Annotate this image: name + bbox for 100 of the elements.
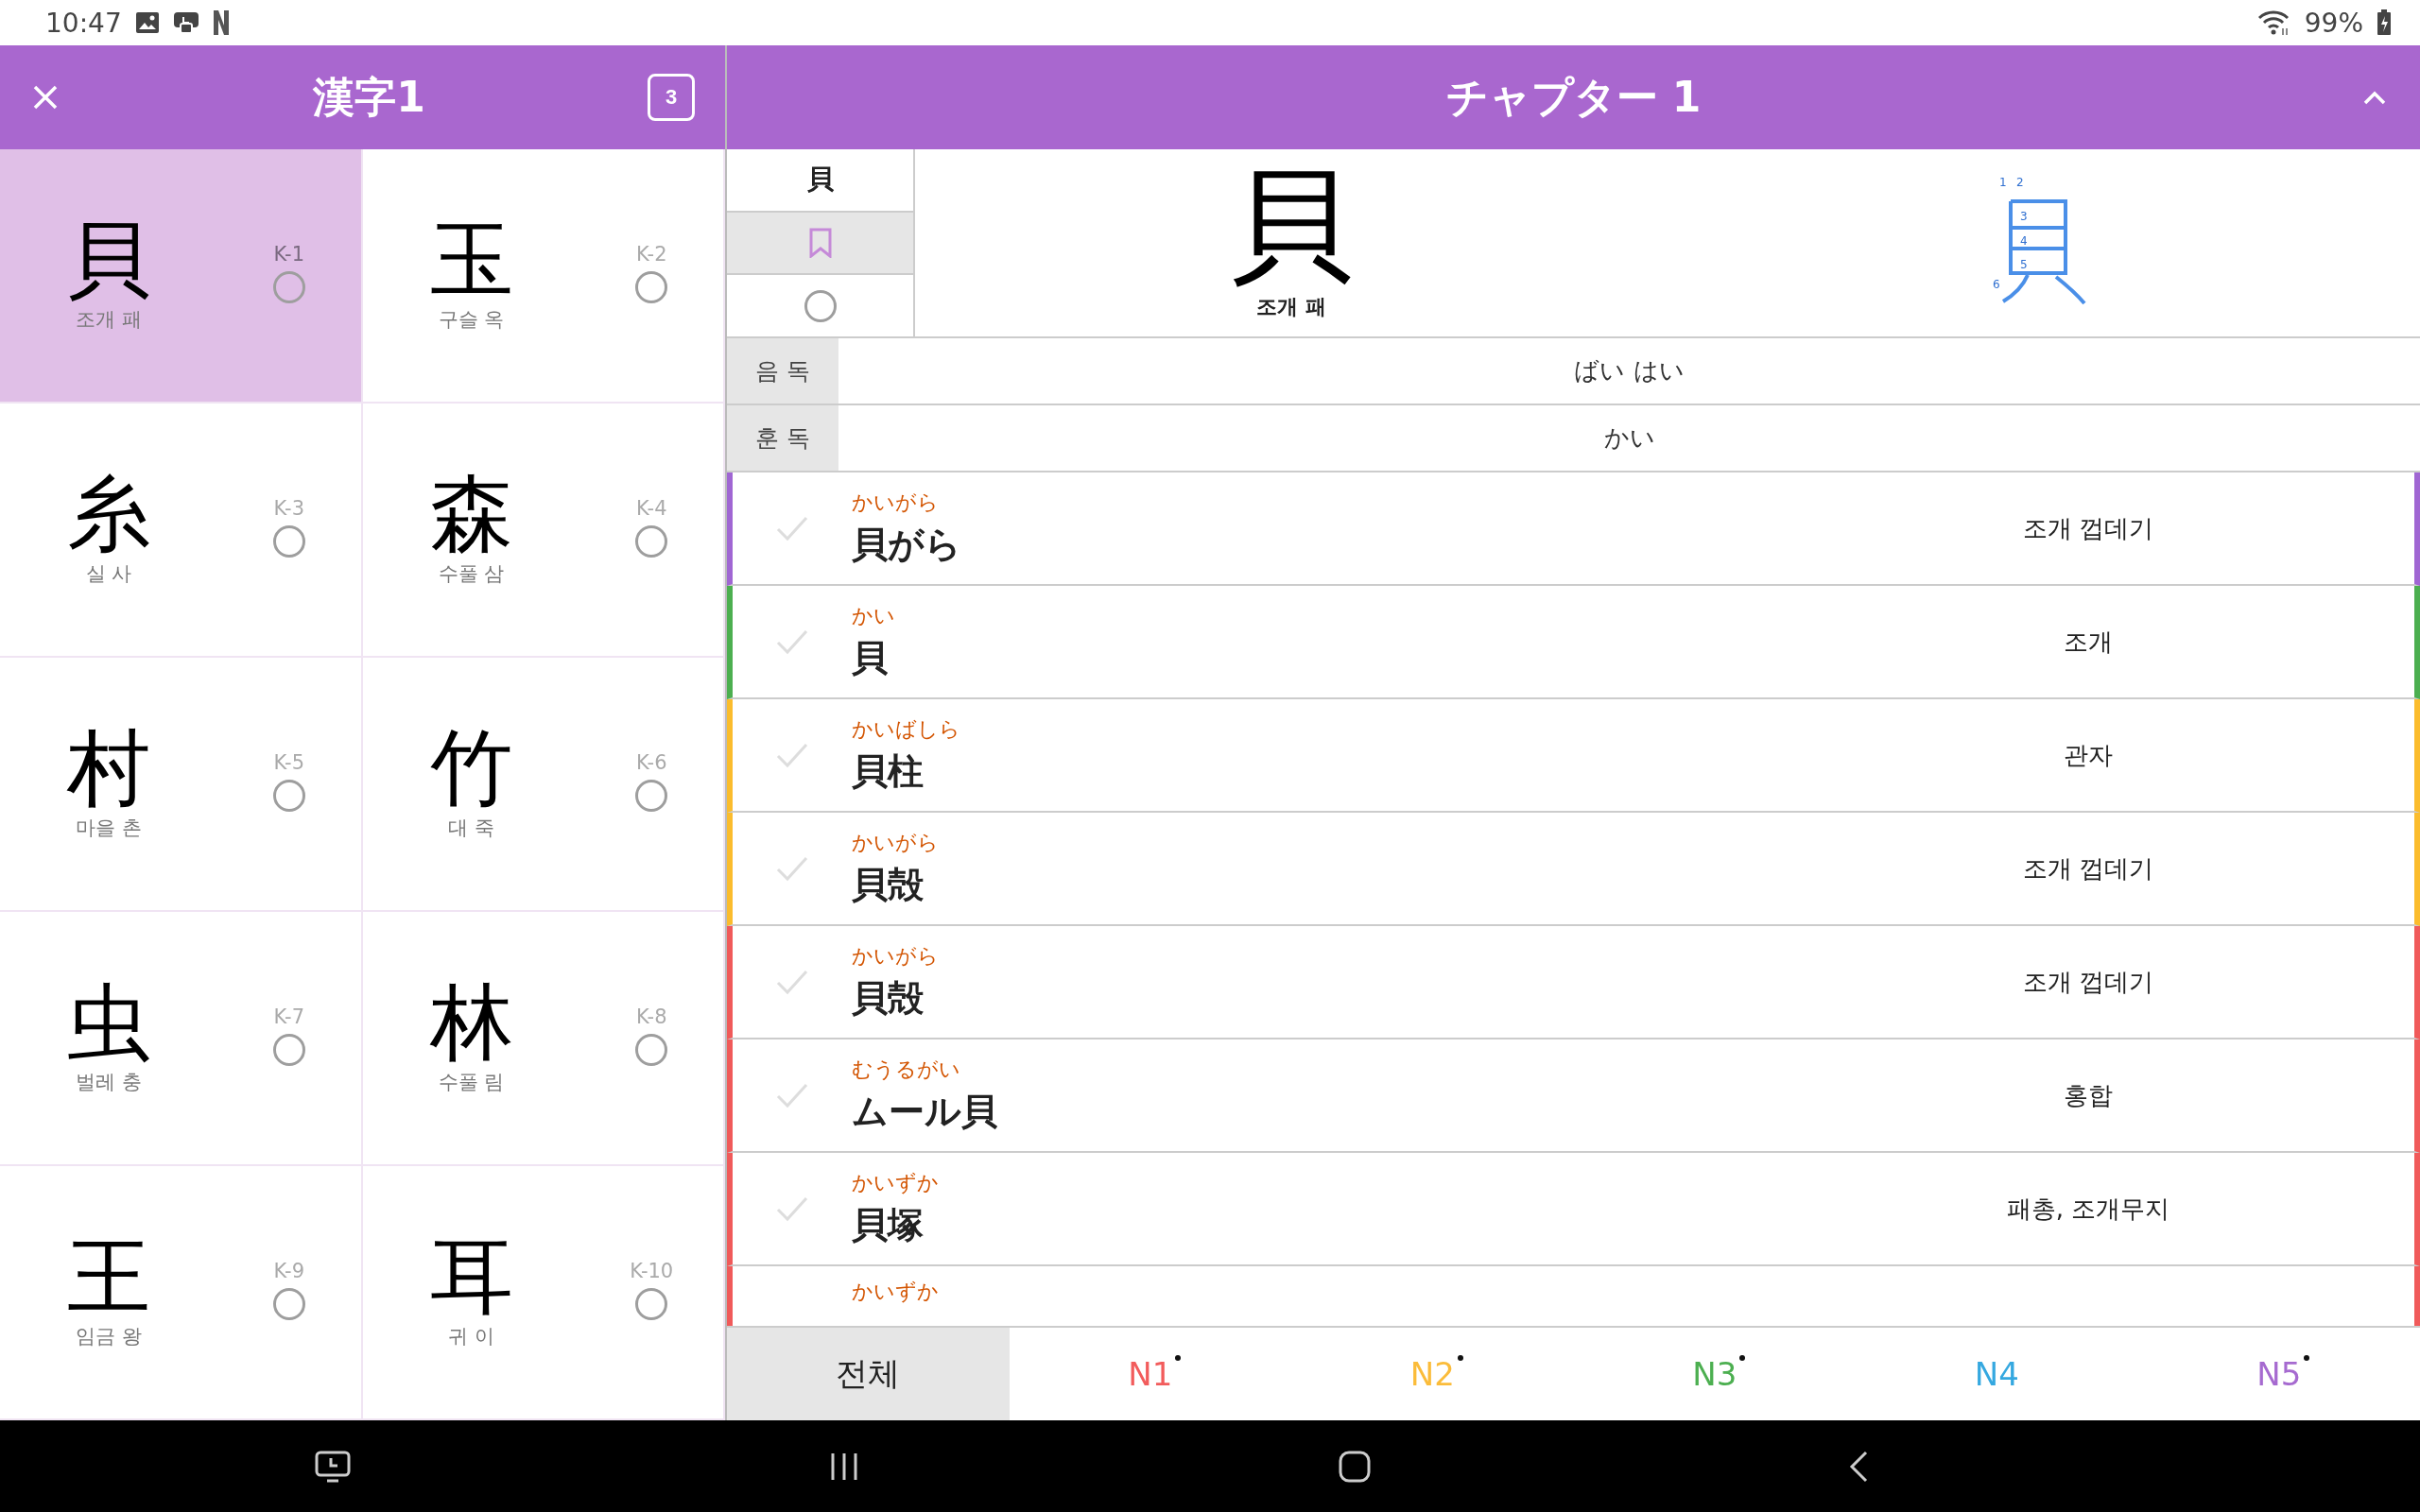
battery-icon bbox=[2377, 9, 2392, 36]
level-tab[interactable]: 전체 bbox=[727, 1328, 1010, 1420]
check-icon[interactable] bbox=[775, 515, 809, 541]
kanji-meaning: 수풀 삼 bbox=[438, 560, 505, 587]
check-circle[interactable] bbox=[635, 270, 668, 303]
kanji-card[interactable]: 玉 구슬 옥 K-2 bbox=[362, 149, 725, 404]
home-button[interactable] bbox=[1337, 1449, 1372, 1484]
word-text: 貝 bbox=[852, 635, 888, 680]
reading-value: ばい はい bbox=[1573, 355, 1685, 387]
kanji-meaning: 구슬 옥 bbox=[438, 306, 505, 333]
word-meaning: 관자 bbox=[2063, 739, 2114, 771]
check-icon[interactable] bbox=[775, 969, 809, 995]
chevron-up-icon bbox=[2363, 90, 2386, 105]
check-circle[interactable] bbox=[635, 1033, 668, 1066]
kanji-code: K-8 bbox=[636, 1005, 667, 1028]
kanji-card[interactable]: 糸 실 사 K-3 bbox=[0, 404, 363, 658]
check-circle[interactable] bbox=[272, 1033, 305, 1066]
check-circle[interactable] bbox=[635, 779, 668, 812]
kanji-meaning: 마을 촌 bbox=[76, 815, 142, 841]
kanji-character: 王 bbox=[67, 1235, 150, 1319]
stroke-order-diagram: 1 2 3 4 5 6 bbox=[1992, 177, 2096, 309]
bookmark-button[interactable] bbox=[727, 212, 913, 276]
word-meaning: 조개 껍데기 bbox=[2021, 512, 2155, 544]
word-row[interactable]: かいばしら 貝柱 관자 bbox=[727, 699, 2420, 813]
word-text: 貝殻 bbox=[852, 862, 924, 907]
kanji-code: K-6 bbox=[636, 750, 667, 774]
check-icon[interactable] bbox=[775, 855, 809, 882]
kanji-meaning: 임금 왕 bbox=[76, 1323, 142, 1349]
check-circle[interactable] bbox=[635, 524, 668, 558]
check-circle[interactable] bbox=[272, 524, 305, 558]
reading-value: かい bbox=[1602, 422, 1656, 454]
word-text: 貝殻 bbox=[852, 975, 924, 1021]
kanji-card[interactable]: 村 마을 촌 K-5 bbox=[0, 658, 363, 912]
kanji-card[interactable]: 王 임금 왕 K-9 bbox=[0, 1166, 363, 1420]
kanji-code: K-5 bbox=[273, 750, 304, 774]
gallery-icon bbox=[134, 11, 160, 34]
kanji-card[interactable]: 虫 벌레 충 K-7 bbox=[0, 912, 363, 1166]
word-row[interactable]: かいがら 貝がら 조개 껍데기 bbox=[727, 472, 2420, 586]
word-meaning: 홍합 bbox=[2063, 1079, 2114, 1111]
check-circle[interactable] bbox=[272, 1287, 305, 1320]
count-button[interactable]: 3 bbox=[648, 74, 695, 121]
kanji-character: 林 bbox=[429, 981, 513, 1065]
word-meaning: 조개 껍데기 bbox=[2021, 966, 2155, 998]
kanji-code: K-1 bbox=[273, 242, 304, 266]
word-text: 貝柱 bbox=[852, 748, 924, 794]
kanji-code: K-9 bbox=[273, 1259, 304, 1282]
word-reading: かい bbox=[852, 602, 895, 629]
kanji-meaning: 조개 패 bbox=[1256, 294, 1326, 320]
check-icon[interactable] bbox=[775, 1195, 809, 1222]
kanji-card[interactable]: 竹 대 죽 K-6 bbox=[362, 658, 725, 912]
screen-switch-button[interactable] bbox=[313, 1449, 352, 1484]
kanji-character: 耳 bbox=[429, 1235, 513, 1319]
kanji-meaning: 실 사 bbox=[85, 560, 132, 587]
word-row[interactable]: かい 貝 조개 bbox=[727, 586, 2420, 699]
word-text: 貝がら bbox=[852, 522, 961, 567]
word-row[interactable]: むうるがい ムール貝 홍합 bbox=[727, 1040, 2420, 1153]
word-reading: かいがら bbox=[852, 489, 939, 516]
kanji-card[interactable]: 耳 귀 이 K-10 bbox=[362, 1166, 725, 1420]
check-icon[interactable] bbox=[775, 628, 809, 655]
kanji-meaning: 귀 이 bbox=[448, 1323, 494, 1349]
monitor-clock-icon bbox=[313, 1449, 352, 1484]
kanji-card[interactable]: 森 수풀 삼 K-4 bbox=[362, 404, 725, 658]
reading-label: 음 독 bbox=[727, 338, 838, 404]
kanji-code: K-10 bbox=[630, 1259, 674, 1282]
screen-icon bbox=[172, 11, 199, 34]
kanji-character: 玉 bbox=[429, 218, 513, 302]
check-icon[interactable] bbox=[775, 1082, 809, 1108]
word-text: 貝塚 bbox=[852, 1202, 924, 1247]
word-row[interactable]: かいがら 貝殻 조개 껍데기 bbox=[727, 926, 2420, 1040]
home-icon bbox=[1337, 1449, 1372, 1484]
kanji-character: 貝 bbox=[67, 218, 150, 302]
check-circle[interactable] bbox=[804, 289, 837, 322]
word-reading: かいばしら bbox=[852, 715, 960, 743]
check-icon[interactable] bbox=[775, 742, 809, 768]
kanji-character: 糸 bbox=[67, 472, 150, 557]
kanji-character: 森 bbox=[429, 472, 513, 557]
word-reading: かいずか bbox=[852, 1279, 939, 1305]
word-reading: かいがら bbox=[852, 829, 939, 856]
check-circle[interactable] bbox=[272, 270, 305, 303]
kanji-card[interactable]: 貝 조개 패 K-1 bbox=[0, 149, 363, 404]
bookmark-icon bbox=[807, 228, 833, 258]
word-meaning: 조개 껍데기 bbox=[2021, 852, 2155, 885]
kanji-card[interactable]: 林 수풀 림 K-8 bbox=[362, 912, 725, 1166]
clock: 10:47 bbox=[45, 7, 122, 39]
battery-level: 99% bbox=[2304, 7, 2363, 39]
word-row[interactable]: かいずか 貝塚 패총, 조개무지 bbox=[727, 1153, 2420, 1266]
kanji-meaning: 대 죽 bbox=[448, 815, 494, 841]
word-reading: かいがら bbox=[852, 942, 939, 970]
check-circle[interactable] bbox=[635, 1287, 668, 1320]
word-meaning: 패총, 조개무지 bbox=[2005, 1193, 2171, 1225]
check-circle[interactable] bbox=[272, 779, 305, 812]
kanji-code: K-2 bbox=[636, 242, 667, 266]
kanji-meaning: 벌레 충 bbox=[76, 1069, 142, 1095]
word-meaning: 조개 bbox=[2063, 626, 2114, 658]
close-icon bbox=[32, 84, 59, 111]
word-row[interactable]: かいがら 貝殻 조개 껍데기 bbox=[727, 813, 2420, 926]
word-reading: むうるがい bbox=[852, 1056, 960, 1083]
kanji-character: 村 bbox=[67, 727, 150, 811]
app-icon bbox=[212, 9, 230, 36]
kanji-character: 竹 bbox=[429, 727, 513, 811]
